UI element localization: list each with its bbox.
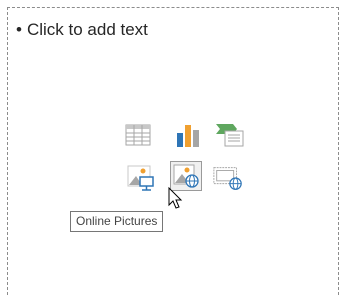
tooltip-text: Online Pictures (76, 214, 158, 228)
content-placeholder[interactable]: • Click to add text (7, 7, 339, 295)
insert-smartart-button[interactable] (213, 120, 245, 150)
insert-pictures-button[interactable] (125, 163, 157, 193)
bullet-glyph: • (16, 20, 22, 39)
online-pictures-icon (173, 164, 199, 188)
tooltip: Online Pictures (70, 211, 164, 232)
insert-table-button[interactable] (122, 120, 154, 150)
mouse-pointer-icon (168, 187, 183, 209)
table-icon (125, 124, 151, 146)
placeholder-text: Click to add text (26, 20, 148, 39)
video-icon (213, 167, 242, 190)
smartart-icon (216, 124, 244, 147)
placeholder-text-line[interactable]: • Click to add text (16, 20, 148, 40)
insert-chart-button[interactable] (172, 120, 204, 150)
chart-icon (177, 125, 199, 147)
pictures-icon (127, 165, 154, 191)
insert-video-button[interactable] (212, 163, 244, 193)
